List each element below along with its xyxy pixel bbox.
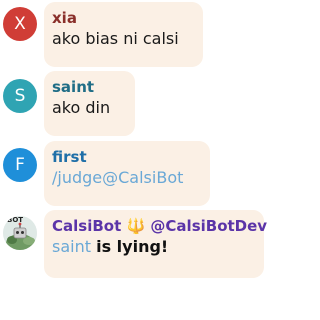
bot-avatar[interactable]: BOT bbox=[3, 216, 37, 250]
sender-name[interactable]: saint bbox=[52, 77, 125, 97]
avatar[interactable]: F bbox=[3, 148, 37, 182]
avatar[interactable]: S bbox=[3, 79, 37, 113]
message-bubble: saint ako din bbox=[44, 71, 135, 136]
message-bubble: first /judge@CalsiBot bbox=[44, 141, 210, 206]
message-body: is lying! bbox=[96, 237, 169, 256]
trident-icon: 🔱 bbox=[126, 217, 146, 235]
message-text: saint is lying! bbox=[52, 236, 254, 258]
message-bubble: CalsiBot 🔱 @CalsiBotDev saint is lying! bbox=[44, 210, 267, 278]
message-bubble: xia ako bias ni calsi bbox=[44, 2, 203, 67]
message-text: ako din bbox=[52, 98, 111, 117]
avatar-label: BOT bbox=[7, 216, 24, 224]
avatar-initial: X bbox=[14, 14, 26, 34]
avatar-initial: S bbox=[14, 86, 26, 106]
avatar-initial: F bbox=[15, 155, 25, 175]
message-text: ako bias ni calsi bbox=[52, 29, 179, 48]
sender-name[interactable]: first bbox=[52, 147, 200, 167]
sender-name[interactable]: CalsiBot bbox=[52, 217, 121, 235]
mention-link[interactable]: saint bbox=[52, 237, 91, 256]
command-link[interactable]: /judge@CalsiBot bbox=[52, 167, 200, 189]
chat-view: X xia ako bias ni calsi S saint ako din … bbox=[0, 0, 267, 320]
sender-line: CalsiBot 🔱 @CalsiBotDev bbox=[52, 216, 267, 236]
sender-handle[interactable]: @CalsiBotDev bbox=[150, 217, 267, 235]
avatar[interactable]: X bbox=[3, 7, 37, 41]
sender-name[interactable]: xia bbox=[52, 8, 193, 28]
